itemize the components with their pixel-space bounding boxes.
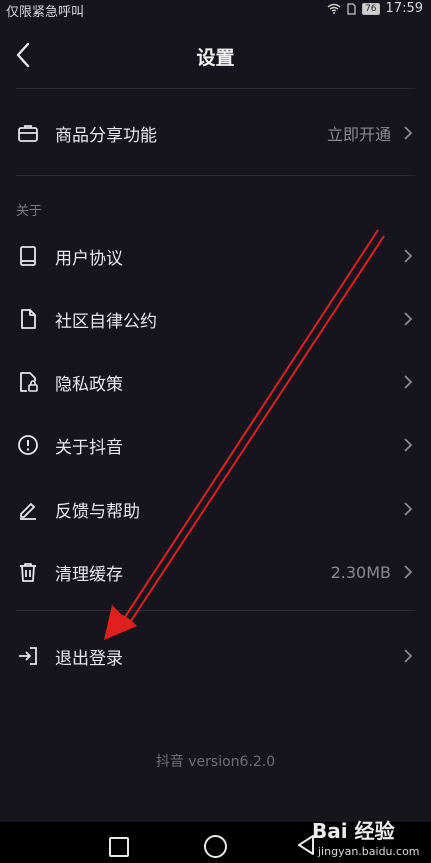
chevron-right-icon	[404, 375, 413, 389]
settings-item-logout[interactable]: 退出登录	[0, 631, 431, 681]
wifi-icon	[327, 3, 341, 14]
item-label: 清理缓存	[55, 564, 123, 585]
chevron-right-icon	[404, 126, 413, 140]
battery-icon: 76	[362, 2, 380, 15]
cache-size: 2.30MB	[330, 562, 391, 582]
home-button[interactable]	[204, 835, 227, 858]
carrier-text: 仅限紧急呼叫	[6, 5, 85, 20]
lock-document-icon	[20, 372, 38, 392]
status-icons: 76 17:59	[327, 1, 423, 16]
header-divider	[16, 88, 415, 89]
clock: 17:59	[385, 1, 423, 16]
settings-item-feedback[interactable]: 反馈与帮助	[0, 484, 431, 534]
pen-icon	[20, 503, 36, 520]
chevron-right-icon	[404, 649, 413, 663]
item-label: 商品分享功能	[55, 125, 157, 146]
watermark-url: jingyan.baidu.com	[318, 845, 420, 858]
item-label: 退出登录	[55, 648, 123, 669]
settings-item-clear-cache[interactable]: 清理缓存 2.30MB	[0, 547, 431, 597]
chevron-right-icon	[404, 249, 413, 263]
page-title: 设置	[196, 47, 235, 69]
trash-icon	[20, 563, 36, 582]
item-label: 反馈与帮助	[55, 501, 140, 522]
header: 设置	[0, 22, 431, 88]
item-label: 用户协议	[55, 248, 123, 269]
sim-icon	[347, 2, 356, 15]
section-divider	[16, 610, 415, 611]
book-icon	[20, 246, 36, 266]
settings-item-about[interactable]: 关于抖音	[0, 420, 431, 470]
section-divider	[16, 175, 415, 176]
info-icon	[18, 435, 38, 455]
version-text: 抖音 version6.2.0	[155, 754, 276, 770]
chevron-right-icon	[404, 502, 413, 516]
settings-item-community-guidelines[interactable]: 社区自律公约	[0, 294, 431, 344]
item-label: 社区自律公约	[55, 311, 157, 332]
recent-apps-button[interactable]	[109, 837, 129, 857]
item-value: 立即开通	[326, 125, 391, 144]
chevron-right-icon	[404, 438, 413, 452]
chevron-right-icon	[404, 312, 413, 326]
logout-icon	[19, 647, 37, 665]
settings-item-user-agreement[interactable]: 用户协议	[0, 231, 431, 281]
briefcase-icon	[18, 125, 38, 142]
settings-item-privacy-policy[interactable]: 隐私政策	[0, 357, 431, 407]
watermark-logo: Bai 经验	[312, 819, 395, 843]
section-header-about: 关于	[16, 204, 43, 219]
item-label: 隐私政策	[55, 374, 123, 395]
settings-item-product-share[interactable]: 商品分享功能 立即开通	[0, 108, 431, 158]
item-label: 关于抖音	[55, 437, 123, 458]
chevron-right-icon	[404, 565, 413, 579]
status-bar: 仅限紧急呼叫 76 17:59	[0, 0, 431, 20]
document-icon	[21, 309, 36, 329]
